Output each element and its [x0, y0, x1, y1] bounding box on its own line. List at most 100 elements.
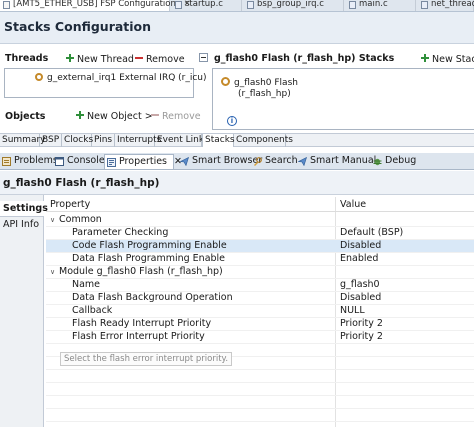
stacks-canvas: g_flash0 Flash (r_flash_hp) — [212, 68, 474, 130]
editor-tab-fsp-configuration[interactable]: [AMT5_ETHER_USB] FSP Configuration ✕ — [0, 0, 191, 11]
expand-chevron-icon[interactable]: ∨ — [50, 266, 59, 278]
editor-tab-net-thread-entry[interactable]: net_thread_entry — [418, 0, 474, 11]
tab-interrupts[interactable]: Interrupts — [115, 134, 161, 147]
property-value[interactable]: Enabled — [340, 253, 378, 265]
info-icon[interactable]: i — [227, 116, 237, 126]
editor-tab-label: main.c — [359, 0, 388, 9]
table-row[interactable]: Data Flash Background Operation Disabled — [46, 292, 474, 305]
tab-event-links[interactable]: Event Links — [155, 134, 209, 147]
collapse-panel-button[interactable] — [199, 53, 208, 62]
property-value[interactable]: Disabled — [340, 292, 381, 304]
add-icon — [420, 53, 430, 63]
stack-block-g-flash0[interactable]: g_flash0 Flash (r_flash_hp) — [221, 77, 317, 117]
threads-list: g_external_irq1 External IRQ (r_icu) — [4, 68, 207, 98]
property-name-label: Flash Ready Interrupt Priority — [72, 318, 212, 329]
table-row[interactable]: Flash Error Interrupt Priority Priority 2 — [46, 331, 474, 344]
search-icon — [254, 157, 262, 166]
table-row[interactable]: Callback NULL — [46, 305, 474, 318]
table-row[interactable]: Name g_flash0 — [46, 279, 474, 292]
property-name: Data Flash Programming Enable — [72, 253, 225, 265]
column-header-value[interactable]: Value — [340, 199, 366, 211]
editor-tab-strip: [AMT5_ETHER_USB] FSP Configuration ✕ sta… — [0, 0, 474, 12]
tab-problems[interactable]: Problems — [0, 154, 58, 169]
gear-icon — [221, 77, 230, 86]
table-row[interactable]: Data Flash Programming Enable Enabled — [46, 253, 474, 266]
property-value[interactable]: g_flash0 — [340, 279, 380, 291]
property-value[interactable]: NULL — [340, 305, 365, 317]
property-value[interactable]: Priority 2 — [340, 331, 383, 343]
remove-icon — [134, 53, 144, 63]
remove-object-button[interactable]: Remove — [150, 110, 201, 122]
page-title: Stacks Configuration — [4, 19, 152, 34]
c-file-icon — [349, 1, 356, 9]
remove-object-label: Remove — [162, 111, 201, 122]
property-name-label: Callback — [72, 305, 113, 316]
tab-smart-manual[interactable]: Smart Manual — [296, 154, 376, 169]
tab-smart-browser[interactable]: Smart Browser — [178, 154, 262, 169]
empty-row — [46, 396, 474, 409]
property-name-label: Parameter Checking — [72, 227, 169, 238]
smart-manual-icon — [298, 157, 307, 166]
empty-row — [46, 370, 474, 383]
thread-item[interactable]: g_external_irq1 External IRQ (r_icu) — [35, 73, 207, 83]
tab-summary[interactable]: Summary — [0, 134, 46, 147]
tab-stacks[interactable]: Stacks — [202, 134, 235, 147]
tab-properties[interactable]: Properties ✕ — [104, 154, 182, 169]
objects-label: Objects — [5, 111, 46, 122]
table-row[interactable]: Parameter Checking Default (BSP) — [46, 227, 474, 240]
new-stack-button[interactable]: New Stack — [420, 53, 474, 65]
property-table: Property Value ∨ Common Parameter Checking… — [46, 197, 474, 427]
table-row[interactable]: Code Flash Programming Enable Disabled — [46, 240, 474, 253]
configuration-tab-bar: Summary BSP Clocks Pins Interrupts Event… — [0, 133, 474, 147]
property-name-label: Data Flash Programming Enable — [72, 253, 226, 264]
editor-tab-main[interactable]: main.c — [346, 0, 416, 11]
tooltip: Select the flash error interrupt priorit… — [60, 352, 233, 366]
empty-row — [46, 383, 474, 396]
editor-tab-label: bsp_group_irq.c — [257, 0, 324, 9]
properties-side-tabs: Settings API Info — [0, 195, 48, 427]
side-tab-api-info[interactable]: API Info — [0, 217, 44, 233]
tab-label: Problems — [14, 155, 58, 166]
remove-icon — [150, 110, 160, 120]
tab-console[interactable]: Console — [53, 154, 105, 169]
editor-tab-bsp-group-irq[interactable]: bsp_group_irq.c — [244, 0, 344, 11]
tab-debug[interactable]: Debug — [371, 154, 416, 169]
editor-tab-label: [AMT5_ETHER_USB] FSP Configuration — [13, 0, 176, 9]
tab-bsp[interactable]: BSP — [40, 134, 62, 147]
remove-thread-button[interactable]: Remove — [134, 53, 185, 65]
column-header-property[interactable]: Property — [50, 199, 90, 211]
property-name: Flash Error Interrupt Priority — [72, 331, 205, 343]
tab-pins[interactable]: Pins — [92, 134, 115, 147]
table-row[interactable]: Flash Ready Interrupt Priority Priority 2 — [46, 318, 474, 331]
property-name: Flash Ready Interrupt Priority — [72, 318, 211, 330]
tab-search[interactable]: Search — [251, 154, 298, 169]
editor-tab-startup[interactable]: startup.c — [172, 0, 242, 11]
smart-browser-icon — [180, 157, 189, 166]
table-group-row[interactable]: ∨ Module g_flash0 Flash (r_flash_hp) — [46, 266, 474, 279]
expand-chevron-icon[interactable]: ∨ — [50, 214, 59, 226]
remove-thread-label: Remove — [146, 54, 185, 65]
property-value[interactable]: Default (BSP) — [340, 227, 403, 239]
problems-icon — [2, 157, 11, 166]
property-value[interactable]: Disabled — [340, 240, 381, 252]
property-name: Parameter Checking — [72, 227, 168, 239]
property-name-label: Data Flash Background Operation — [72, 292, 233, 303]
properties-icon — [107, 158, 116, 167]
property-name-label: Module g_flash0 Flash (r_flash_hp) — [59, 266, 223, 277]
side-tab-settings[interactable]: Settings — [0, 201, 48, 217]
stack-block-line2: (r_flash_hp) — [238, 89, 291, 99]
new-object-button[interactable]: New Object > — [75, 110, 153, 122]
property-value[interactable]: Priority 2 — [340, 318, 383, 330]
add-icon — [75, 110, 85, 120]
tab-clocks[interactable]: Clocks — [62, 134, 93, 147]
table-header-row: Property Value — [46, 199, 474, 212]
table-group-row[interactable]: ∨ Common — [46, 214, 474, 227]
property-name-label: Common — [59, 214, 102, 225]
property-name: Data Flash Background Operation — [72, 292, 233, 304]
property-name: Name — [72, 279, 100, 291]
gear-icon — [35, 73, 43, 81]
editor-tab-label: startup.c — [185, 0, 223, 9]
c-file-icon — [175, 1, 182, 9]
tab-components[interactable]: Components — [234, 134, 293, 147]
new-thread-button[interactable]: New Thread — [65, 53, 134, 65]
